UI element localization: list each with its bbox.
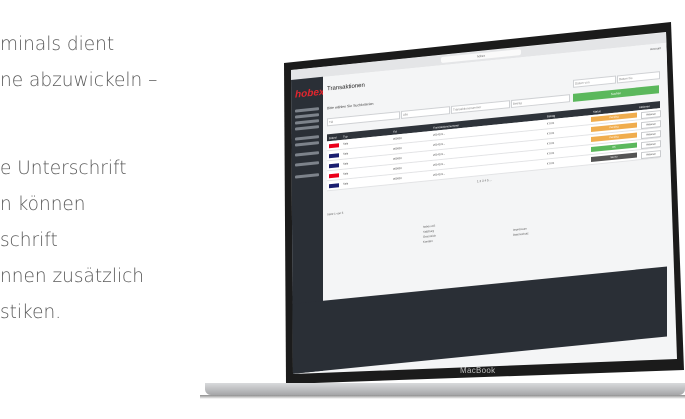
date-to-input[interactable]: Datum bis [617, 71, 660, 84]
type-cell: Sale [343, 172, 349, 176]
user-menu[interactable]: Account [650, 46, 661, 51]
macbook-label: MacBook [460, 366, 496, 375]
card-brand-icon [329, 182, 339, 188]
type-cell: Sale [343, 142, 349, 146]
laptop: hobex hobex Transaktionen Account Bitte … [0, 0, 685, 419]
transaction-number-input[interactable]: Transaktionsnummer [451, 100, 510, 115]
amount-cell: € 0,01 [547, 121, 555, 126]
footer-line[interactable]: Kontakt [423, 239, 436, 245]
actions-button[interactable]: Aktionen [641, 150, 661, 160]
card-brand-icon [329, 162, 339, 168]
transaction-cell: 2014121... [433, 132, 446, 137]
search-button[interactable]: Suchen [573, 85, 659, 102]
amount-cell: € 0,01 [547, 151, 555, 156]
footer-links: Impressum Datenschutz [513, 226, 529, 238]
laptop-base [205, 383, 685, 395]
pagination[interactable]: 1 2 3 4 5 ... [477, 178, 492, 183]
page-title: Transaktionen [327, 82, 365, 93]
transaction-cell: 2014121... [433, 142, 446, 147]
filter-subtitle: Bitte wählen Sie Suchkriterien [327, 101, 374, 111]
amount-cell: € 0,01 [547, 141, 555, 146]
sidebar-item[interactable] [295, 125, 319, 131]
card-brand-icon [329, 142, 339, 148]
transaction-cell: 2014121... [433, 162, 446, 167]
sidebar-item[interactable] [295, 135, 319, 141]
tid-filter-input[interactable]: Tid [327, 111, 400, 127]
amount-filter-input[interactable]: Betrag [511, 94, 570, 109]
sidebar-item[interactable] [295, 119, 319, 125]
column-header[interactable]: Tid [393, 129, 397, 133]
date-from-input[interactable]: Datum von [573, 75, 616, 88]
column-header[interactable]: Typ [343, 134, 348, 138]
results-info: Seite 1 von 5 [327, 210, 344, 217]
hobex-logo[interactable]: hobex [295, 87, 324, 101]
laptop-shadow [200, 395, 685, 399]
sidebar-item[interactable] [295, 161, 319, 167]
tid-cell: 000000 [393, 166, 402, 171]
tid-cell: 000000 [393, 136, 402, 141]
card-brand-icon [329, 152, 339, 158]
tid-cell: 000000 [393, 146, 402, 151]
sidebar-item[interactable] [295, 113, 319, 119]
sidebar-item[interactable] [295, 173, 319, 179]
transaction-cell: 2014121... [433, 172, 446, 177]
transaction-cell: 2014121... [433, 152, 446, 157]
amount-cell: € 0,01 [547, 131, 555, 136]
tid-cell: 000000 [393, 176, 402, 181]
tid-cell: 000000 [393, 156, 402, 161]
type-cell: Sale [343, 162, 349, 166]
hobex-app: hobex hobex Transaktionen Account Bitte … [291, 32, 667, 374]
footer-link[interactable]: Datenschutz [513, 231, 529, 238]
type-cell: Sale [343, 152, 349, 156]
card-brand-icon [329, 172, 339, 178]
sidebar-item[interactable] [295, 107, 319, 113]
footer-address: hobex AG Salzburg Österreich Kontakt [423, 224, 436, 245]
type-cell: Sale [343, 182, 349, 186]
sidebar-item[interactable] [295, 141, 319, 147]
sidebar-item[interactable] [295, 151, 319, 157]
type-filter-select[interactable]: Alle [401, 106, 450, 120]
status-badge: Storno [591, 152, 637, 163]
amount-cell: € 0,01 [547, 161, 555, 166]
